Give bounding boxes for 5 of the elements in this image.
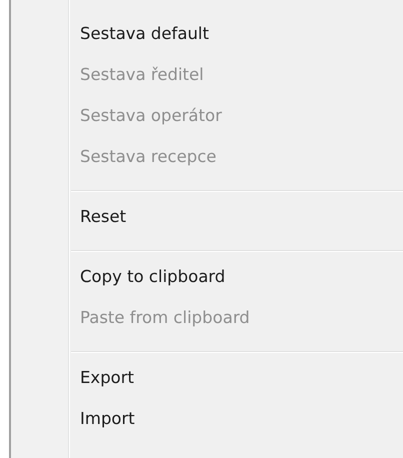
menu-item[interactable]: Export <box>80 368 134 387</box>
menu-item[interactable]: Import <box>80 409 135 428</box>
menu-item[interactable]: Copy to clipboard <box>80 267 226 286</box>
menu-item[interactable]: Reset <box>80 207 126 226</box>
menu-item[interactable]: Sestava default <box>80 24 209 43</box>
